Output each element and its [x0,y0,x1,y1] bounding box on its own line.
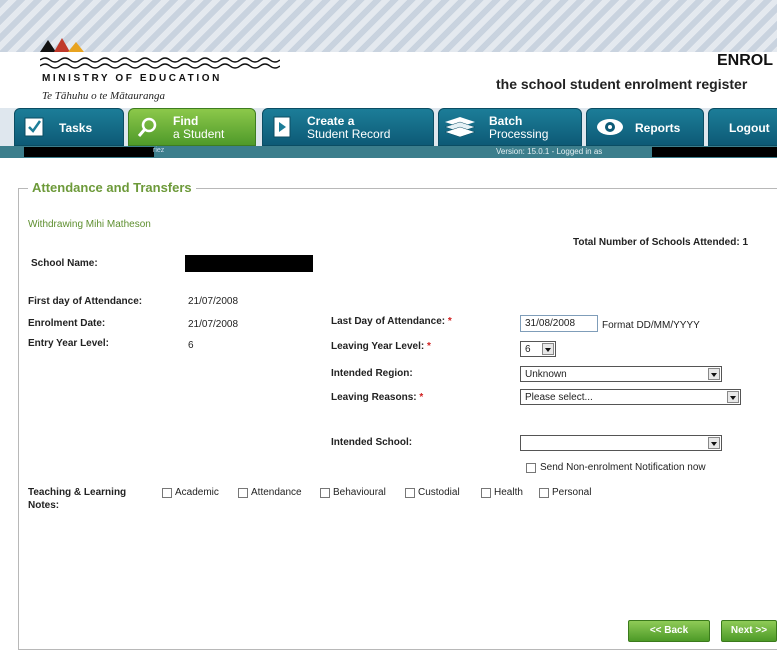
notes-health-label: Health [494,487,523,498]
ministry-logo-icon [40,38,84,52]
withdrawing-student-text: Withdrawing Mihi Matheson [28,219,151,230]
notes-academic-checkbox[interactable] [162,488,172,498]
leaving-level-select[interactable]: 6 [520,341,556,357]
stack-icon [444,117,476,138]
notes-behavioural-checkbox[interactable] [320,488,330,498]
notes-label-line2: Notes: [28,500,60,511]
tab-create-student[interactable]: Create a Student Record [262,108,434,146]
leaving-reasons-select[interactable]: Please select... [520,389,741,405]
required-mark: * [419,392,424,403]
back-button[interactable]: << Back [628,620,710,642]
redacted-user-right [652,147,777,157]
version-text: Version: 15.0.1 - Logged in as [496,147,603,156]
section-legend: Attendance and Transfers [28,180,196,195]
notes-custodial-checkbox[interactable] [405,488,415,498]
tab-logout-label: Logout [729,121,770,135]
send-notification-checkbox[interactable] [526,463,536,473]
attendance-fieldset [18,188,777,650]
notes-custodial-label: Custodial [418,487,460,498]
first-day-label: First day of Attendance: [28,296,143,307]
required-mark: * [426,341,431,352]
intended-region-select[interactable]: Unknown [520,366,722,382]
notes-academic-label: Academic [175,487,219,498]
magnifier-icon [137,117,157,137]
tasks-icon [24,117,44,137]
leaving-level-label: Leaving Year Level: * [331,341,431,352]
tab-create-label-2: Student Record [307,127,391,141]
next-button[interactable]: Next >> [721,620,777,642]
chevron-down-icon[interactable] [542,343,554,355]
tab-batch-processing[interactable]: Batch Processing [438,108,582,146]
notes-health-checkbox[interactable] [481,488,491,498]
notes-attendance-label: Attendance [251,487,302,498]
notes-personal-checkbox[interactable] [539,488,549,498]
total-schools-attended: Total Number of Schools Attended: 1 [573,237,749,248]
tab-create-label-1: Create a [307,114,355,128]
app-subtitle: the school student enrolment register [496,76,748,92]
tab-batch-label-2: Processing [489,127,549,141]
required-mark: * [447,316,452,327]
notes-personal-label: Personal [552,487,592,498]
entry-level-value: 6 [188,340,194,351]
intended-region-value: Unknown [525,369,567,380]
leaving-reasons-value: Please select... [525,392,593,403]
tab-find-label-1: Find [173,114,199,128]
school-name-redacted [185,255,313,272]
tab-find-label-2: a Student [173,127,225,141]
chevron-down-icon[interactable] [708,368,720,380]
school-name-label: School Name: [31,258,98,269]
first-day-value: 21/07/2008 [188,296,239,307]
wave-logo-icon [40,57,280,69]
notes-behavioural-label: Behavioural [333,487,386,498]
redacted-user-left [24,147,154,157]
tab-reports[interactable]: Reports [586,108,704,146]
document-icon [273,116,291,138]
eye-icon [597,119,623,135]
tab-tasks[interactable]: Tasks [14,108,124,146]
tab-find-student[interactable]: Find a Student [128,108,256,146]
leaving-level-value: 6 [525,344,531,355]
notes-attendance-checkbox[interactable] [238,488,248,498]
tab-reports-label: Reports [635,121,681,135]
entry-level-label: Entry Year Level: [28,338,109,349]
send-notification-label: Send Non-enrolment Notification now [540,462,706,473]
last-day-input[interactable] [520,315,598,332]
intended-school-select[interactable] [520,435,722,451]
leaving-reasons-label: Leaving Reasons: * [331,392,424,403]
chevron-down-icon[interactable] [727,391,739,403]
status-small-text: riez [153,147,165,154]
enrolment-date-value: 21/07/2008 [188,319,239,330]
tab-tasks-label: Tasks [59,121,93,135]
last-day-label: Last Day of Attendance: * [331,316,452,327]
top-banner [0,0,777,53]
ministry-name: MINISTRY OF EDUCATION [42,73,222,84]
app-title: ENROL [717,52,773,69]
ministry-maori-name: Te Tāhuhu o te Mātauranga [42,90,166,102]
tab-batch-label-1: Batch [489,114,523,128]
date-format-hint: Format DD/MM/YYYY [602,320,700,331]
tab-logout[interactable]: Logout [708,108,777,146]
notes-label-line1: Teaching & Learning [28,487,127,498]
intended-region-label: Intended Region: [331,368,413,379]
enrolment-date-label: Enrolment Date: [28,318,106,329]
intended-school-label: Intended School: [331,437,413,448]
chevron-down-icon[interactable] [708,437,720,449]
